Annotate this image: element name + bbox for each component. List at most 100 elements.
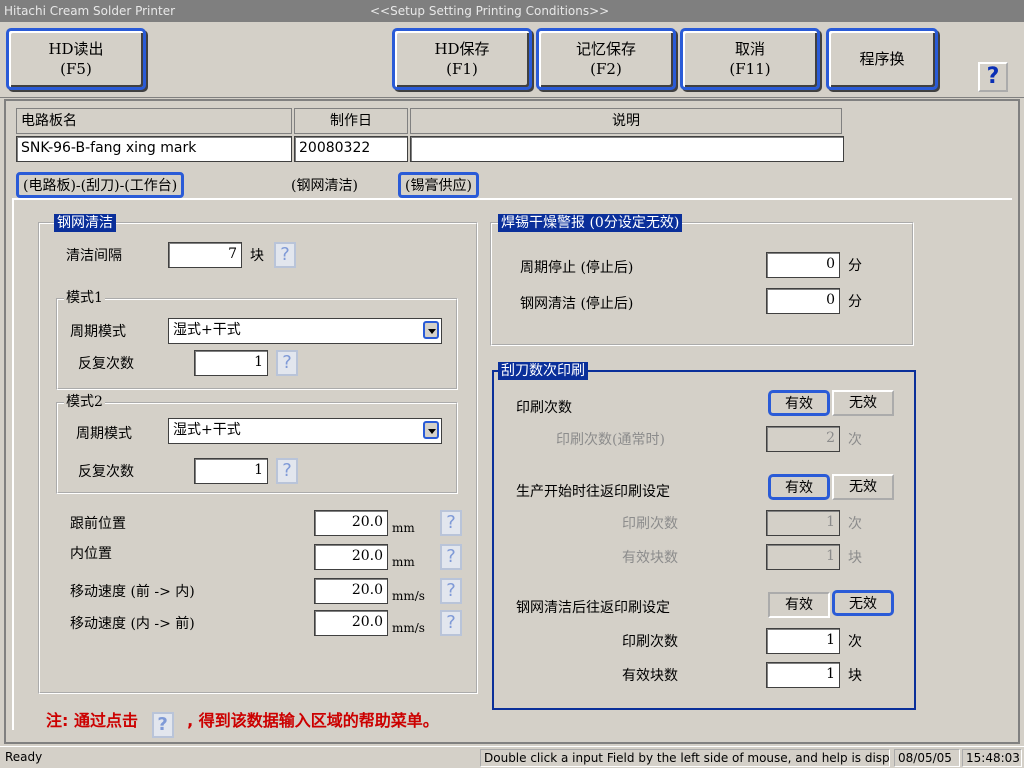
mode1-cycle-select[interactable]: 湿式+干式 bbox=[168, 318, 442, 344]
cycle-stop-field[interactable]: 0 bbox=[766, 252, 840, 278]
help-note: 注: 通过点击 ? , 得到该数据输入区域的帮助菜单。 bbox=[46, 707, 439, 738]
date-header: 制作日 bbox=[294, 108, 408, 134]
mode2-repeat-help-icon[interactable]: ? bbox=[276, 458, 298, 484]
speed-fwd-label: 移动速度 (前 -> 内) bbox=[70, 584, 195, 600]
start-blocks-label: 有效块数 bbox=[622, 550, 678, 566]
follow-pos-help-icon[interactable]: ? bbox=[440, 510, 462, 536]
tab-solder-supply[interactable]: (锡膏供应) bbox=[398, 172, 479, 198]
mode1-title: 模式1 bbox=[64, 290, 105, 306]
speed-back-unit: mm/s bbox=[392, 621, 425, 635]
mode1-cycle-value: 湿式+干式 bbox=[173, 322, 241, 338]
hd-read-label: HD读出 bbox=[48, 40, 104, 58]
start-count-field: 1 bbox=[766, 510, 840, 536]
status-time: 15:48:03 bbox=[962, 749, 1022, 767]
speed-fwd-help-icon[interactable]: ? bbox=[440, 578, 462, 604]
speed-fwd-unit: mm/s bbox=[392, 589, 425, 603]
dry-alarm-title: 焊锡干燥警报 (0分设定无效) bbox=[498, 214, 683, 232]
help-note-suffix: , 得到该数据输入区域的帮助菜单。 bbox=[187, 711, 439, 730]
after-blocks-unit: 块 bbox=[848, 668, 862, 684]
interval-help-icon[interactable]: ? bbox=[274, 242, 296, 268]
memory-save-label: 记忆保存 bbox=[575, 40, 636, 58]
inner-pos-help-icon[interactable]: ? bbox=[440, 544, 462, 570]
start-shuttle-label: 生产开始时往返印刷设定 bbox=[516, 484, 670, 500]
follow-pos-label: 跟前位置 bbox=[70, 516, 126, 532]
status-bar: Ready Double click a input Field by the … bbox=[0, 746, 1024, 768]
dry-alarm-group bbox=[490, 222, 914, 346]
cleaning-group-title: 钢网清洁 bbox=[54, 214, 116, 232]
memory-save-key: (F2) bbox=[590, 60, 622, 78]
program-switch-label: 程序换 bbox=[859, 50, 905, 68]
description-header: 说明 bbox=[410, 108, 842, 134]
start-shuttle-valid-button[interactable]: 有效 bbox=[768, 474, 830, 500]
mode2-cycle-label: 周期模式 bbox=[76, 426, 132, 442]
start-blocks-unit: 块 bbox=[848, 550, 862, 566]
normal-count-label: 印刷次数(通常时) bbox=[556, 432, 665, 448]
hd-read-button[interactable]: HD读出 (F5) bbox=[6, 28, 146, 90]
description-field[interactable] bbox=[410, 136, 844, 162]
mode1-cycle-label: 周期模式 bbox=[70, 324, 126, 340]
normal-count-unit: 次 bbox=[848, 432, 862, 448]
normal-count-field: 2 bbox=[766, 426, 840, 452]
interval-field[interactable]: 7 bbox=[168, 242, 242, 268]
after-count-field[interactable]: 1 bbox=[766, 628, 840, 654]
speed-back-field[interactable]: 20.0 bbox=[314, 610, 388, 636]
mode2-repeat-field[interactable]: 1 bbox=[194, 458, 268, 484]
follow-pos-unit: mm bbox=[392, 521, 415, 535]
mode2-repeat-label: 反复次数 bbox=[78, 464, 134, 480]
interval-unit: 块 bbox=[250, 248, 264, 264]
after-clean-invalid-button[interactable]: 无效 bbox=[832, 590, 894, 616]
inner-pos-unit: mm bbox=[392, 555, 415, 569]
screen-title: <<Setup Setting Printing Conditions>> bbox=[370, 4, 610, 18]
board-name-field[interactable]: SNK-96-B-fang xing mark bbox=[16, 136, 292, 162]
cycle-stop-label: 周期停止 (停止后) bbox=[520, 260, 634, 276]
inner-pos-field[interactable]: 20.0 bbox=[314, 544, 388, 570]
start-shuttle-invalid-button[interactable]: 无效 bbox=[832, 474, 894, 500]
clean-stop-label: 钢网清洁 (停止后) bbox=[520, 296, 634, 312]
after-blocks-field[interactable]: 1 bbox=[766, 662, 840, 688]
note-help-icon: ? bbox=[151, 712, 174, 738]
speed-fwd-field[interactable]: 20.0 bbox=[314, 578, 388, 604]
cancel-button[interactable]: 取消 (F11) bbox=[680, 28, 820, 90]
status-text: Ready bbox=[5, 750, 43, 764]
chevron-down-icon[interactable] bbox=[423, 421, 439, 439]
help-icon[interactable]: ? bbox=[978, 62, 1008, 92]
mode1-repeat-help-icon[interactable]: ? bbox=[276, 350, 298, 376]
program-switch-button[interactable]: 程序换 bbox=[826, 28, 938, 90]
toolbar: HD读出 (F5) HD保存 (F1) 记忆保存 (F2) 取消 (F11) 程… bbox=[0, 22, 1024, 98]
tab-board-squeegee-table[interactable]: (电路板)-(刮刀)-(工作台) bbox=[16, 172, 185, 198]
mode1-group bbox=[56, 298, 458, 390]
speed-back-help-icon[interactable]: ? bbox=[440, 610, 462, 636]
after-count-unit: 次 bbox=[848, 634, 862, 650]
clean-stop-field[interactable]: 0 bbox=[766, 288, 840, 314]
hd-save-label: HD保存 bbox=[434, 40, 490, 58]
print-count-label: 印刷次数 bbox=[516, 400, 572, 416]
after-clean-shuttle-label: 钢网清洁后往返印刷设定 bbox=[516, 600, 670, 616]
start-count-unit: 次 bbox=[848, 516, 862, 532]
status-date: 08/05/05 bbox=[894, 749, 960, 767]
clean-stop-unit: 分 bbox=[848, 294, 862, 310]
after-count-label: 印刷次数 bbox=[622, 634, 678, 650]
board-name-header: 电路板名 bbox=[16, 108, 292, 134]
cycle-stop-unit: 分 bbox=[848, 258, 862, 274]
after-clean-valid-button[interactable]: 有效 bbox=[768, 592, 830, 618]
chevron-down-icon[interactable] bbox=[423, 321, 439, 339]
mode1-repeat-label: 反复次数 bbox=[78, 356, 134, 372]
memory-save-button[interactable]: 记忆保存 (F2) bbox=[536, 28, 676, 90]
hd-save-button[interactable]: HD保存 (F1) bbox=[392, 28, 532, 90]
help-note-prefix: 注: 通过点击 bbox=[46, 711, 138, 730]
print-count-invalid-button[interactable]: 无效 bbox=[832, 390, 894, 416]
interval-label: 清洁间隔 bbox=[66, 248, 122, 264]
app-title: Hitachi Cream Solder Printer bbox=[4, 4, 176, 18]
mode1-repeat-field[interactable]: 1 bbox=[194, 350, 268, 376]
date-field[interactable]: 20080322 bbox=[294, 136, 408, 162]
mode2-cycle-value: 湿式+干式 bbox=[173, 422, 241, 438]
mode2-cycle-select[interactable]: 湿式+干式 bbox=[168, 418, 442, 444]
tab-stencil-cleaning[interactable]: (钢网清洁) bbox=[284, 172, 365, 198]
title-bar: Hitachi Cream Solder Printer <<Setup Set… bbox=[0, 0, 1024, 22]
mode2-title: 模式2 bbox=[64, 394, 105, 410]
status-hint: Double click a input Field by the left s… bbox=[480, 749, 890, 767]
cancel-label: 取消 bbox=[734, 40, 765, 58]
start-blocks-field: 1 bbox=[766, 544, 840, 570]
follow-pos-field[interactable]: 20.0 bbox=[314, 510, 388, 536]
print-count-valid-button[interactable]: 有效 bbox=[768, 390, 830, 416]
